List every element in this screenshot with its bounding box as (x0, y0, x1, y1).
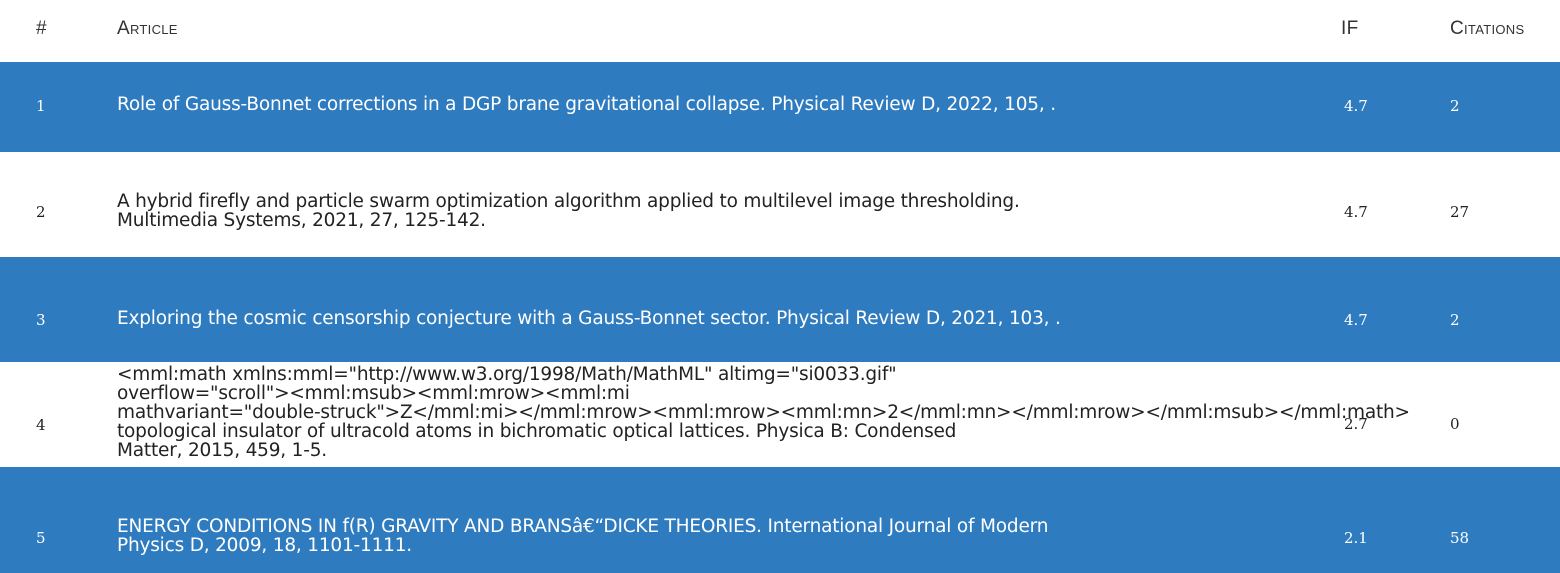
citation-count: 27 (1450, 203, 1470, 221)
table-header: # Article IF Citations (0, 0, 1560, 62)
article-line: ENERGY CONDITIONS IN f(R) GRAVITY AND BR… (117, 516, 1049, 537)
article-line: Matter, 2015, 459, 1-5. (117, 440, 327, 461)
table-row: 4 <mml:math xmlns:mml="http://www.w3.org… (0, 362, 1560, 467)
article-line: Multimedia Systems, 2021, 27, 125-142. (117, 210, 486, 231)
citation-count: 0 (1450, 415, 1460, 433)
citation-count: 58 (1450, 529, 1470, 547)
article-link[interactable]: <mml:math xmlns:mml="http://www.w3.org/1… (117, 364, 1410, 461)
table-row: 3 Exploring the cosmic censorship conjec… (0, 257, 1560, 362)
impact-factor: 2.1 (1344, 529, 1368, 547)
article-link[interactable]: Exploring the cosmic censorship conjectu… (117, 309, 1237, 328)
article-link[interactable]: ENERGY CONDITIONS IN f(R) GRAVITY AND BR… (117, 517, 1237, 555)
citation-count: 2 (1450, 97, 1460, 115)
article-line: mathvariant="double-struck">Z</mml:mi></… (117, 402, 1410, 423)
header-impact-factor: IF (1341, 18, 1359, 39)
row-number: 1 (36, 97, 46, 115)
citation-count: 2 (1450, 311, 1460, 329)
header-number: # (36, 18, 47, 39)
impact-factor: 4.7 (1344, 311, 1368, 329)
row-number: 3 (36, 311, 46, 329)
article-line: overflow="scroll"><mml:msub><mml:mrow><m… (117, 383, 630, 404)
impact-factor: 4.7 (1344, 97, 1368, 115)
article-link[interactable]: Role of Gauss-Bonnet corrections in a DG… (117, 95, 1237, 114)
article-line: <mml:math xmlns:mml="http://www.w3.org/1… (117, 364, 897, 385)
table-row: 5 ENERGY CONDITIONS IN f(R) GRAVITY AND … (0, 467, 1560, 573)
row-number: 2 (36, 203, 46, 221)
impact-factor: 4.7 (1344, 203, 1368, 221)
article-line: A hybrid firefly and particle swarm opti… (117, 191, 1020, 212)
article-link[interactable]: A hybrid firefly and particle swarm opti… (117, 192, 1237, 230)
row-number: 4 (36, 416, 46, 434)
table-row: 2 A hybrid firefly and particle swarm op… (0, 152, 1560, 257)
row-number: 5 (36, 529, 46, 547)
header-citations: Citations (1450, 18, 1525, 39)
article-line: Physics D, 2009, 18, 1101-1111. (117, 535, 412, 556)
table-row: 1 Role of Gauss-Bonnet corrections in a … (0, 62, 1560, 152)
header-article: Article (117, 18, 178, 39)
article-line: topological insulator of ultracold atoms… (117, 421, 957, 442)
impact-factor: 2.7 (1344, 415, 1368, 433)
